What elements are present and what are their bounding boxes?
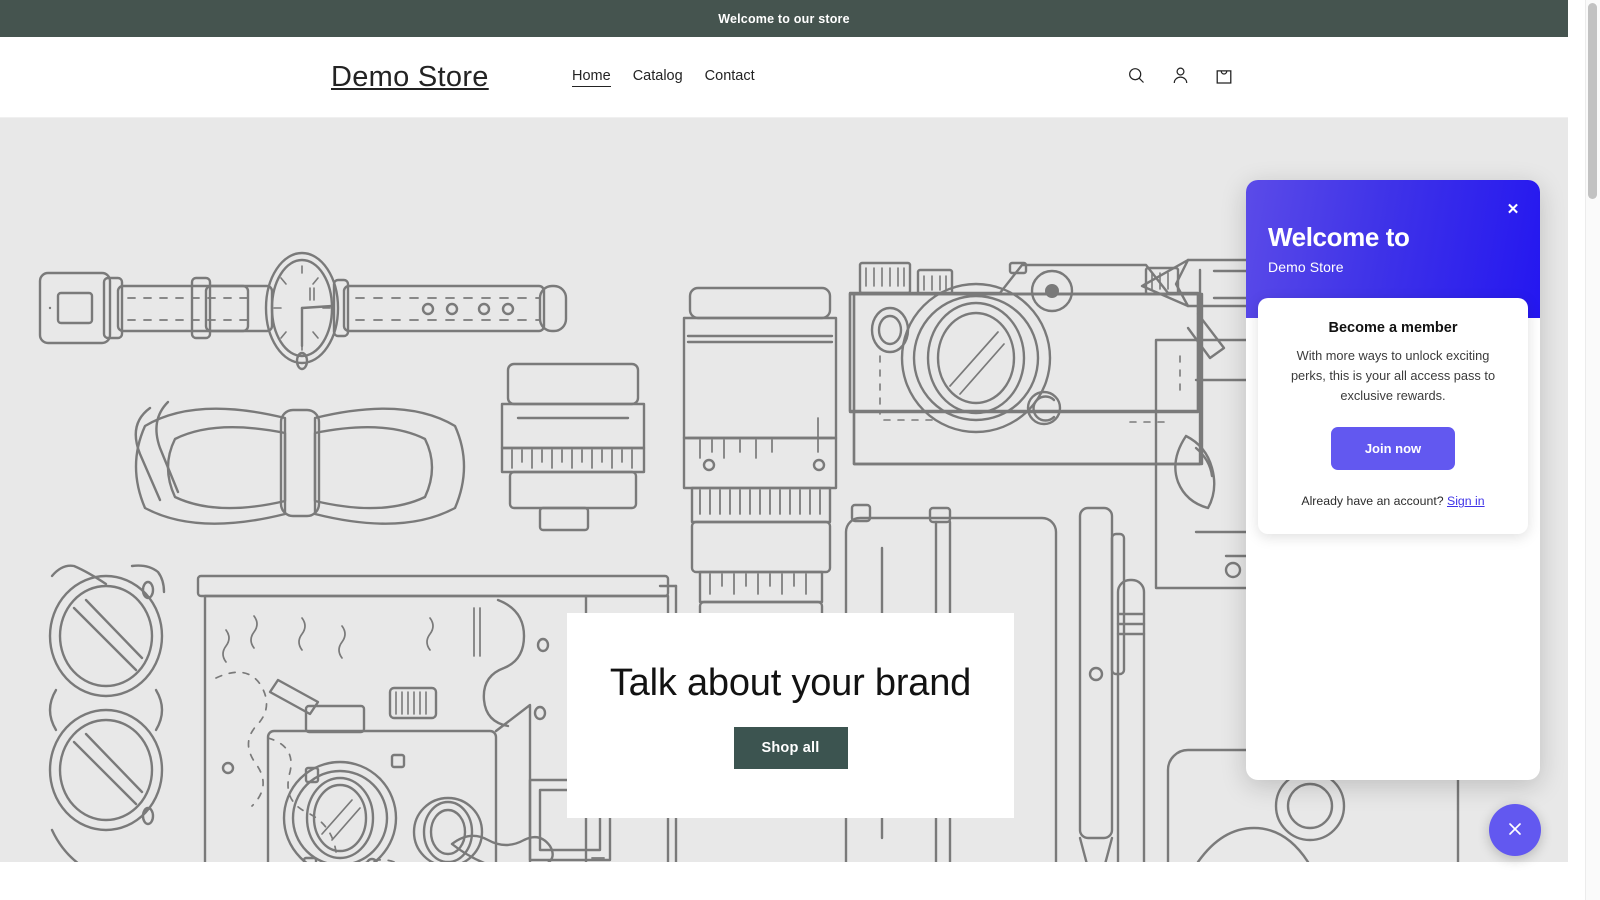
- site-header: Demo Store Home Catalog Contact: [0, 37, 1568, 118]
- header-actions: [1121, 62, 1239, 92]
- account-button[interactable]: [1165, 62, 1195, 92]
- nav-link-home[interactable]: Home: [572, 68, 611, 87]
- join-now-button[interactable]: Join now: [1331, 427, 1455, 470]
- hero-text-card: Talk about your brand Shop all: [567, 613, 1014, 818]
- close-chat-button[interactable]: [1489, 804, 1541, 856]
- membership-footer-text: Already have an account?: [1301, 494, 1443, 508]
- nav-link-contact[interactable]: Contact: [705, 68, 755, 86]
- close-chat-icon: [1505, 819, 1525, 842]
- cart-button[interactable]: [1209, 62, 1239, 92]
- membership-card-body: With more ways to unlock exciting perks,…: [1278, 346, 1508, 405]
- sign-in-link[interactable]: Sign in: [1447, 494, 1485, 508]
- store-logo[interactable]: Demo Store: [331, 63, 489, 92]
- close-icon[interactable]: ✕: [1502, 198, 1524, 220]
- below-fold-section: [0, 862, 1568, 900]
- membership-popup: Welcome to Demo Store ✕ Become a member …: [1246, 180, 1540, 780]
- hero-heading: Talk about your brand: [610, 662, 971, 705]
- membership-footer: Already have an account? Sign in: [1278, 494, 1508, 508]
- browser-viewport: Welcome to our store Demo Store Home Cat…: [0, 0, 1600, 900]
- scrollbar-thumb[interactable]: [1588, 3, 1597, 199]
- shop-all-button[interactable]: Shop all: [734, 727, 848, 769]
- main-navigation: Home Catalog Contact: [572, 68, 755, 87]
- account-icon: [1170, 65, 1191, 89]
- membership-card: Become a member With more ways to unlock…: [1258, 298, 1528, 534]
- search-button[interactable]: [1121, 62, 1151, 92]
- membership-card-title: Become a member: [1278, 320, 1508, 336]
- popup-subtitle: Demo Store: [1268, 259, 1540, 275]
- search-icon: [1126, 65, 1147, 89]
- cart-icon: [1213, 65, 1235, 90]
- popup-title: Welcome to: [1268, 223, 1540, 252]
- nav-link-catalog[interactable]: Catalog: [633, 68, 683, 86]
- announcement-bar: Welcome to our store: [0, 0, 1568, 37]
- page-scrollbar[interactable]: [1585, 0, 1600, 900]
- announcement-text: Welcome to our store: [718, 12, 850, 26]
